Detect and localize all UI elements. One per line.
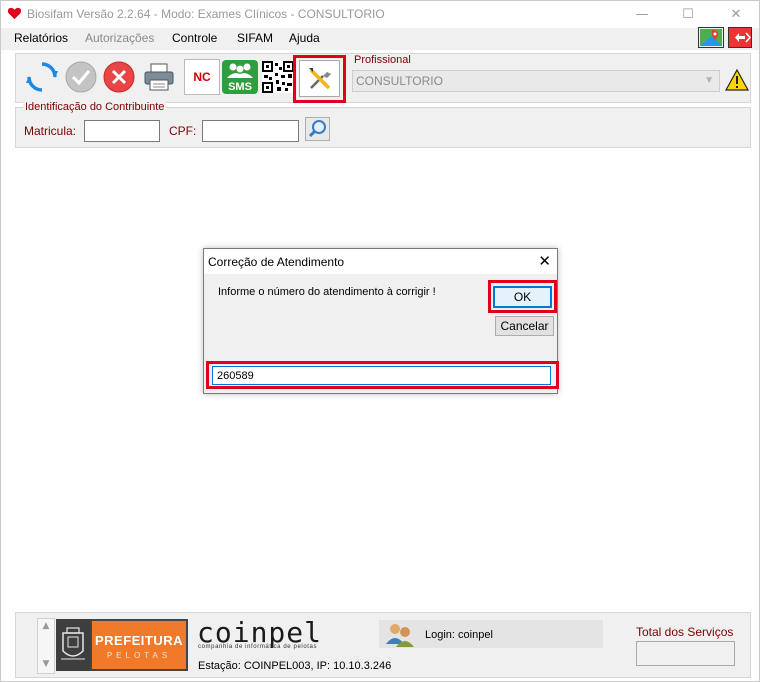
cancel-button[interactable] [102,59,136,95]
qr-code-icon [262,61,294,93]
total-servicos-value [636,641,735,666]
refresh-icon [26,62,58,92]
exit-button[interactable] [728,27,752,48]
heart-icon [7,7,22,20]
menu-autorizacoes[interactable]: Autorizações [85,31,154,45]
exit-icon [735,32,752,43]
menu-controle[interactable]: Controle [172,31,217,45]
profissional-selected: CONSULTORIO [356,74,443,88]
menu-ajuda[interactable]: Ajuda [289,31,320,45]
menu-relatorios[interactable]: Relatórios [14,31,68,45]
atendimento-input[interactable] [212,366,551,385]
profissional-select[interactable]: CONSULTORIO ▼ [352,70,720,92]
nc-button[interactable]: NC [184,59,220,95]
scroll-up-icon[interactable]: ▲ [38,621,54,631]
dialog-close-button[interactable]: ✕ [538,252,551,270]
cancel-icon [103,61,135,93]
main-window: Biosifam Versão 2.2.64 - Modo: Exames Cl… [0,0,760,682]
search-button[interactable] [305,117,330,141]
sms-label: SMS [228,81,252,93]
check-icon [65,61,97,93]
contribuinte-group-label: Identificação do Contribuinte [23,101,167,113]
matricula-input[interactable] [84,120,160,142]
search-icon [308,120,326,138]
coinpel-tagline: companhia de informática de pelotas [198,644,318,650]
confirm-button[interactable] [64,59,98,95]
warning-icon[interactable] [725,69,749,91]
map-icon [700,29,722,46]
prefeitura-subtitle: PELOTAS [106,651,172,660]
minimize-button[interactable]: — [619,1,665,27]
scroll-down-icon[interactable]: ▼ [38,659,54,669]
correcao-dialog: Correção de Atendimento ✕ Informe o núme… [203,248,559,394]
qr-code-button[interactable] [261,59,295,95]
printer-icon [144,63,174,91]
dialog-message: Informe o número do atendimento à corrig… [218,286,436,298]
tools-icon [308,67,331,89]
print-button[interactable] [142,59,176,95]
profissional-label: Profissional [354,54,411,66]
matricula-label: Matricula: [24,124,77,138]
scrollbar[interactable]: ▲ ▼ [37,618,55,674]
cpf-label: CPF: [169,124,197,138]
maximize-button[interactable]: ☐ [665,1,711,27]
login-info: Login: coinpel [425,629,493,641]
ok-button[interactable]: OK [493,286,552,308]
window-title: Biosifam Versão 2.2.64 - Modo: Exames Cl… [27,7,385,21]
prefeitura-title: PREFEITURA [94,633,184,648]
brasao-logo [56,619,90,671]
chevron-down-icon: ▼ [704,75,714,86]
cpf-input[interactable] [202,120,299,142]
title-bar: Biosifam Versão 2.2.64 - Modo: Exames Cl… [1,1,759,27]
cancelar-button[interactable]: Cancelar [495,316,554,336]
users-icon [386,624,414,647]
tools-button[interactable] [299,60,340,97]
menu-sifam[interactable]: SIFAM [237,31,273,45]
close-window-button[interactable]: ✕ [713,1,759,27]
map-button[interactable] [698,27,724,48]
estacao-info: Estação: COINPEL003, IP: 10.10.3.246 [198,660,392,672]
coat-of-arms-icon [61,627,85,660]
dialog-title-bar: Correção de Atendimento ✕ [204,249,557,274]
refresh-button[interactable] [25,59,59,95]
menu-bar: Relatórios Autorizações Controle SIFAM A… [1,28,759,50]
total-servicos-label: Total dos Serviços [636,625,734,639]
prefeitura-logo: PREFEITURA PELOTAS [90,619,188,671]
dialog-title: Correção de Atendimento [208,255,345,269]
